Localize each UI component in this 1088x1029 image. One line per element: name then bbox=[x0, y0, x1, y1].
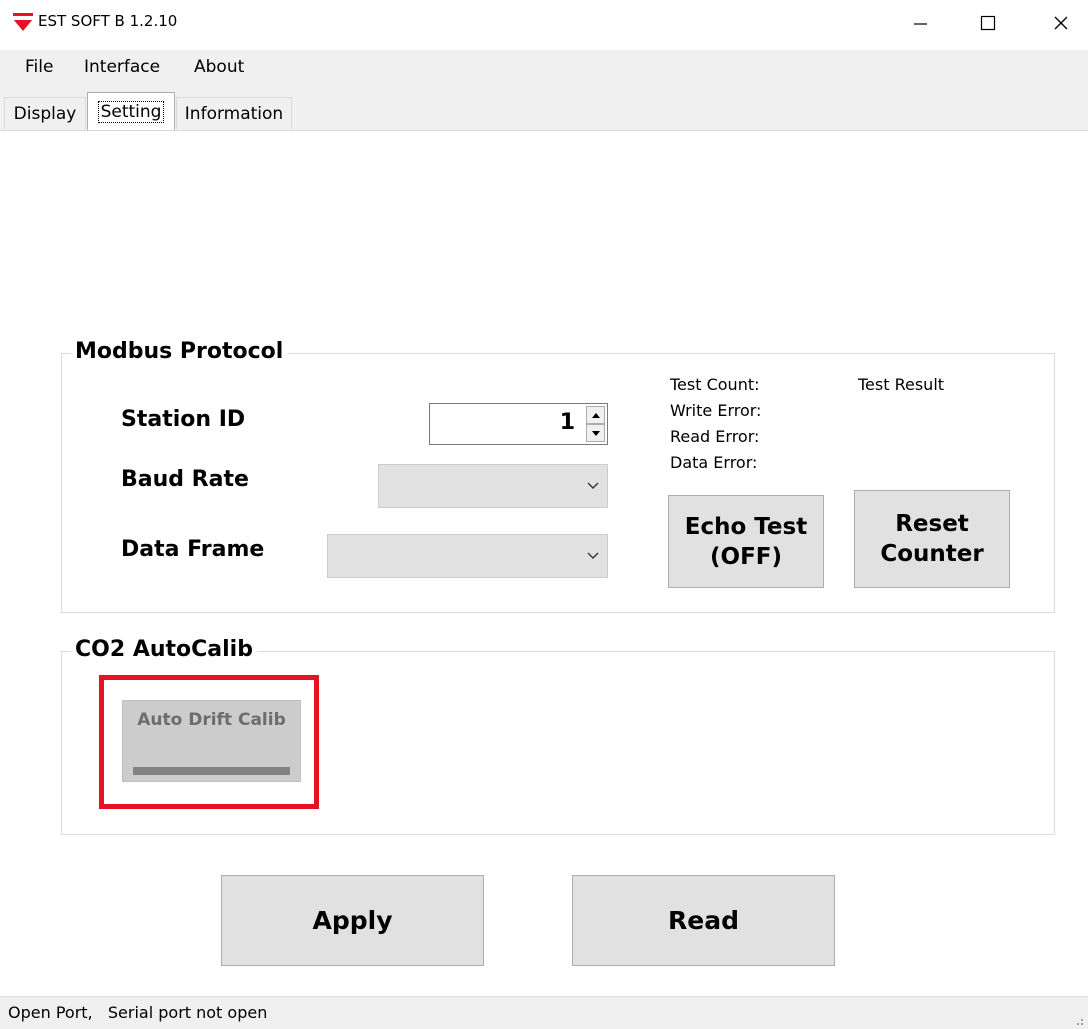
close-icon bbox=[1054, 16, 1068, 30]
data-error-label: Data Error: bbox=[670, 453, 758, 472]
apply-label: Apply bbox=[312, 906, 393, 935]
baud-rate-label: Baud Rate bbox=[121, 467, 249, 492]
arrow-up-icon bbox=[591, 412, 600, 418]
station-id-value: 1 bbox=[559, 410, 575, 435]
app-logo-icon bbox=[13, 13, 33, 31]
maximize-button[interactable] bbox=[965, 0, 1011, 46]
chevron-down-icon bbox=[587, 552, 599, 559]
status-bar: Open Port, Serial port not open bbox=[0, 996, 1088, 1029]
station-id-label: Station ID bbox=[121, 407, 246, 432]
auto-drift-calib-label: Auto Drift Calib bbox=[137, 710, 286, 730]
tab-information[interactable]: Information bbox=[176, 97, 292, 129]
read-error-label: Read Error: bbox=[670, 427, 760, 446]
write-error-label: Write Error: bbox=[670, 401, 762, 420]
data-frame-select[interactable] bbox=[327, 534, 608, 578]
auto-drift-progress-bar bbox=[133, 767, 290, 775]
read-label: Read bbox=[668, 906, 739, 935]
co2-autocalib-title: CO2 AutoCalib bbox=[71, 637, 257, 662]
menu-bar bbox=[0, 50, 1088, 88]
tab-display-label: Display bbox=[13, 103, 77, 124]
menu-file[interactable]: File bbox=[25, 57, 53, 77]
station-id-stepper[interactable]: 1 bbox=[429, 403, 608, 445]
reset-counter-label-2: Counter bbox=[880, 541, 984, 567]
auto-drift-calib-button[interactable]: Auto Drift Calib bbox=[122, 700, 301, 782]
read-button[interactable]: Read bbox=[572, 875, 835, 966]
apply-button[interactable]: Apply bbox=[221, 875, 484, 966]
test-result-label: Test Result bbox=[858, 375, 945, 394]
echo-test-state: (OFF) bbox=[710, 543, 782, 570]
echo-test-label: Echo Test bbox=[684, 513, 808, 540]
arrow-down-icon bbox=[591, 430, 600, 436]
reset-counter-label-1: Reset bbox=[895, 511, 969, 537]
minimize-button[interactable] bbox=[897, 0, 943, 46]
reset-counter-button[interactable]: Reset Counter bbox=[854, 490, 1010, 588]
tab-setting-label: Setting bbox=[97, 100, 165, 123]
data-frame-label: Data Frame bbox=[121, 537, 265, 562]
maximize-icon bbox=[980, 15, 996, 31]
menu-about[interactable]: About bbox=[194, 57, 244, 77]
window-title: EST SOFT B 1.2.10 bbox=[38, 12, 178, 30]
tab-setting[interactable]: Setting bbox=[87, 92, 175, 130]
modbus-protocol-title: Modbus Protocol bbox=[71, 339, 288, 364]
baud-rate-select[interactable] bbox=[378, 464, 608, 508]
tab-display[interactable]: Display bbox=[4, 97, 86, 129]
menu-interface[interactable]: Interface bbox=[84, 57, 160, 77]
test-count-label: Test Count: bbox=[670, 375, 760, 394]
chevron-down-icon bbox=[587, 482, 599, 489]
minimize-icon bbox=[914, 23, 927, 25]
stepper-down-button[interactable] bbox=[586, 424, 605, 442]
tab-information-label: Information bbox=[184, 103, 284, 124]
status-text: Open Port, Serial port not open bbox=[8, 1003, 268, 1022]
stepper-up-button[interactable] bbox=[586, 406, 605, 424]
echo-test-button[interactable]: Echo Test (OFF) bbox=[668, 495, 824, 588]
close-button[interactable] bbox=[1038, 0, 1084, 46]
resize-grip-icon[interactable] bbox=[1074, 1016, 1084, 1026]
